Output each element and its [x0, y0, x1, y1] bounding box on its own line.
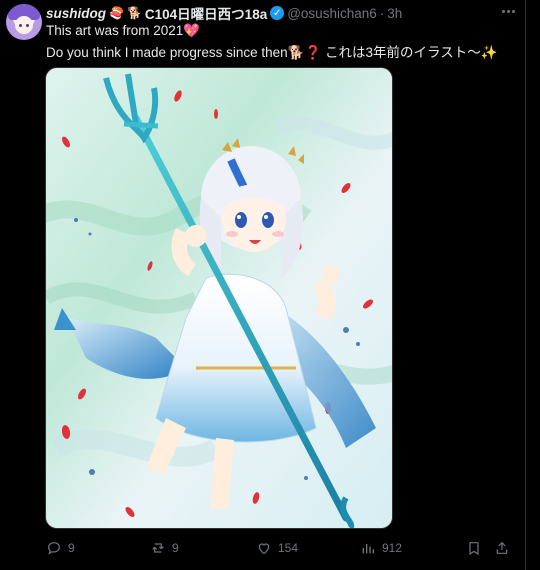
- like-button[interactable]: 154: [256, 536, 298, 560]
- reply-button[interactable]: 9: [46, 536, 75, 560]
- views-button[interactable]: 912: [360, 536, 402, 560]
- avatar[interactable]: [6, 4, 42, 40]
- repost-count: 9: [172, 541, 179, 555]
- reply-icon: [48, 542, 60, 555]
- like-count: 154: [278, 541, 299, 555]
- heart-emoji: 💖: [183, 23, 201, 38]
- tweet-text-part: This art was from 2021: [46, 23, 184, 38]
- timestamp[interactable]: 3h: [387, 6, 402, 21]
- author-handle[interactable]: @osushichan6: [287, 6, 377, 21]
- artwork-illustration: [46, 68, 392, 528]
- like-icon: [258, 543, 270, 555]
- tweet-text-line-1: This art was from 2021💖: [46, 23, 200, 39]
- question-emoji: ❓: [304, 45, 322, 60]
- verified-icon: ✓: [270, 6, 285, 20]
- repost-button[interactable]: 9: [150, 536, 179, 560]
- bookmark-button[interactable]: [466, 536, 482, 560]
- tweet-image[interactable]: [45, 67, 393, 529]
- tweet-header: sushidog 🍣 🐕 C104日曜日西つ18a ✓ @osushichan6…: [46, 3, 402, 23]
- tweet-text-part: Do you think I made progress since then: [46, 45, 288, 60]
- reply-count: 9: [68, 541, 75, 555]
- sparkles-emoji: ✨: [480, 45, 498, 60]
- bookmark-icon: [469, 542, 479, 556]
- share-button[interactable]: [494, 536, 510, 560]
- share-icon: [496, 541, 508, 554]
- tweet-actions: 9 9 154 912: [0, 536, 525, 560]
- name-emoji-sushi: 🍣: [109, 6, 124, 20]
- repost-icon: [152, 543, 164, 553]
- tweet-text-line-2: Do you think I made progress since then🐕…: [46, 41, 498, 61]
- views-count: 912: [382, 541, 403, 555]
- more-icon[interactable]: [496, 4, 520, 18]
- name-emoji-dog: 🐕: [126, 6, 142, 20]
- column-divider: [525, 0, 526, 570]
- author-name-extra[interactable]: C104日曜日西つ18a: [145, 3, 267, 23]
- tweet-text-japanese: これは3年前のイラスト〜: [325, 45, 481, 60]
- separator-dot: ·: [379, 5, 385, 21]
- views-icon: [362, 544, 374, 554]
- dog-emoji: 🐕: [287, 45, 305, 60]
- author-name[interactable]: sushidog: [46, 6, 106, 21]
